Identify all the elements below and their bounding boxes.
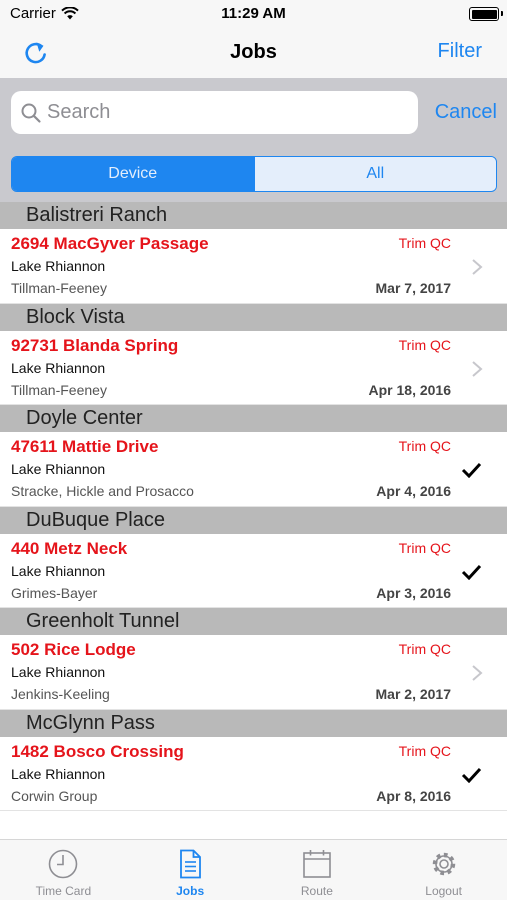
segment-device[interactable]: Device bbox=[12, 157, 254, 191]
search-input[interactable]: Search bbox=[11, 91, 418, 134]
job-type: Trim QC bbox=[398, 742, 451, 759]
document-icon bbox=[180, 849, 202, 879]
job-row[interactable]: 92731 Blanda Spring Trim QC Lake Rhianno… bbox=[0, 330, 507, 405]
status-bar: Carrier 11:29 AM bbox=[0, 0, 507, 28]
job-city: Lake Rhiannon bbox=[11, 765, 106, 782]
job-date: Apr 4, 2016 bbox=[376, 483, 451, 499]
job-section: Doyle Center 47611 Mattie Drive Trim QC … bbox=[0, 405, 507, 507]
job-company: Tillman-Feeney bbox=[11, 381, 107, 398]
job-section: McGlynn Pass 1482 Bosco Crossing Trim QC… bbox=[0, 709, 507, 811]
job-company: Stracke, Hickle and Prosacco bbox=[11, 483, 194, 499]
search-placeholder: Search bbox=[47, 101, 111, 123]
section-header: McGlynn Pass bbox=[0, 709, 507, 737]
checkmark-icon bbox=[461, 564, 482, 580]
segment-all[interactable]: All bbox=[253, 157, 496, 191]
job-row[interactable]: 2694 MacGyver Passage Trim QC Lake Rhian… bbox=[0, 229, 507, 304]
job-type: Trim QC bbox=[398, 539, 451, 556]
job-address: 1482 Bosco Crossing bbox=[11, 741, 184, 761]
clock-icon bbox=[49, 849, 78, 879]
checkmark-icon bbox=[461, 462, 482, 478]
tab-route[interactable]: Route bbox=[254, 840, 381, 900]
segmented-control: Device All bbox=[11, 156, 497, 192]
job-company: Jenkins-Keeling bbox=[11, 686, 110, 702]
section-header: Doyle Center bbox=[0, 405, 507, 432]
job-section: DuBuque Place 440 Metz Neck Trim QC Lake… bbox=[0, 506, 507, 608]
job-company: Corwin Group bbox=[11, 787, 98, 804]
job-city: Lake Rhiannon bbox=[11, 359, 106, 376]
tab-bar: Time Card Jobs Route Logout bbox=[0, 839, 507, 900]
section-header: DuBuque Place bbox=[0, 506, 507, 534]
search-icon bbox=[21, 103, 41, 123]
gear-icon bbox=[432, 852, 455, 876]
navigation-bar: Jobs Filter bbox=[0, 28, 507, 78]
section-header: Balistreri Ranch bbox=[0, 202, 507, 229]
tab-logout[interactable]: Logout bbox=[380, 840, 507, 900]
job-list: Balistreri Ranch 2694 MacGyver Passage T… bbox=[0, 202, 507, 811]
job-company: Grimes-Bayer bbox=[11, 584, 98, 601]
job-city: Lake Rhiannon bbox=[11, 461, 106, 477]
job-city: Lake Rhiannon bbox=[11, 258, 106, 274]
checkmark-icon bbox=[461, 767, 482, 783]
tab-label: Logout bbox=[425, 884, 462, 898]
job-company: Tillman-Feeney bbox=[11, 280, 107, 296]
job-address: 440 Metz Neck bbox=[11, 538, 128, 558]
job-row[interactable]: 47611 Mattie Drive Trim QC Lake Rhiannon… bbox=[0, 432, 507, 507]
job-address: 47611 Mattie Drive bbox=[11, 437, 159, 456]
tab-time-card[interactable]: Time Card bbox=[0, 840, 127, 900]
job-date: Apr 18, 2016 bbox=[368, 381, 452, 398]
section-header: Greenholt Tunnel bbox=[0, 608, 507, 635]
job-address: 92731 Blanda Spring bbox=[11, 335, 179, 355]
job-row[interactable]: 440 Metz Neck Trim QC Lake Rhiannon Grim… bbox=[0, 533, 507, 608]
chevron-right-icon bbox=[472, 259, 483, 275]
cancel-button[interactable]: Cancel bbox=[435, 101, 497, 124]
section-header: Block Vista bbox=[0, 303, 507, 331]
battery-icon bbox=[469, 7, 503, 21]
scope-bar: Device All bbox=[0, 150, 507, 202]
calendar-icon bbox=[303, 850, 331, 878]
page-title: Jobs bbox=[230, 41, 277, 63]
job-type: Trim QC bbox=[398, 641, 451, 657]
job-section: Balistreri Ranch 2694 MacGyver Passage T… bbox=[0, 202, 507, 304]
job-type: Trim QC bbox=[398, 235, 451, 251]
job-date: Mar 7, 2017 bbox=[375, 280, 452, 296]
chevron-right-icon bbox=[472, 665, 483, 681]
filter-button[interactable]: Filter bbox=[438, 40, 482, 63]
status-time: 11:29 AM bbox=[221, 5, 286, 22]
tab-jobs[interactable]: Jobs bbox=[127, 840, 254, 900]
job-section: Block Vista 92731 Blanda Spring Trim QC … bbox=[0, 303, 507, 405]
job-date: Apr 8, 2016 bbox=[376, 787, 451, 804]
job-date: Apr 3, 2016 bbox=[376, 584, 451, 601]
job-section: Greenholt Tunnel 502 Rice Lodge Trim QC … bbox=[0, 608, 507, 710]
job-row[interactable]: 1482 Bosco Crossing Trim QC Lake Rhianno… bbox=[0, 736, 507, 811]
job-address: 502 Rice Lodge bbox=[11, 640, 136, 659]
job-row[interactable]: 502 Rice Lodge Trim QC Lake Rhiannon Jen… bbox=[0, 635, 507, 710]
job-city: Lake Rhiannon bbox=[11, 562, 106, 579]
job-type: Trim QC bbox=[398, 336, 451, 353]
tab-label: Jobs bbox=[176, 884, 205, 898]
job-address: 2694 MacGyver Passage bbox=[11, 234, 209, 253]
search-bar: Search Cancel bbox=[0, 78, 507, 150]
job-city: Lake Rhiannon bbox=[11, 664, 106, 680]
job-date: Mar 2, 2017 bbox=[375, 686, 452, 702]
chevron-right-icon bbox=[472, 360, 483, 377]
job-type: Trim QC bbox=[398, 438, 451, 454]
tab-label: Time Card bbox=[35, 884, 92, 898]
tab-label: Route bbox=[300, 884, 333, 898]
